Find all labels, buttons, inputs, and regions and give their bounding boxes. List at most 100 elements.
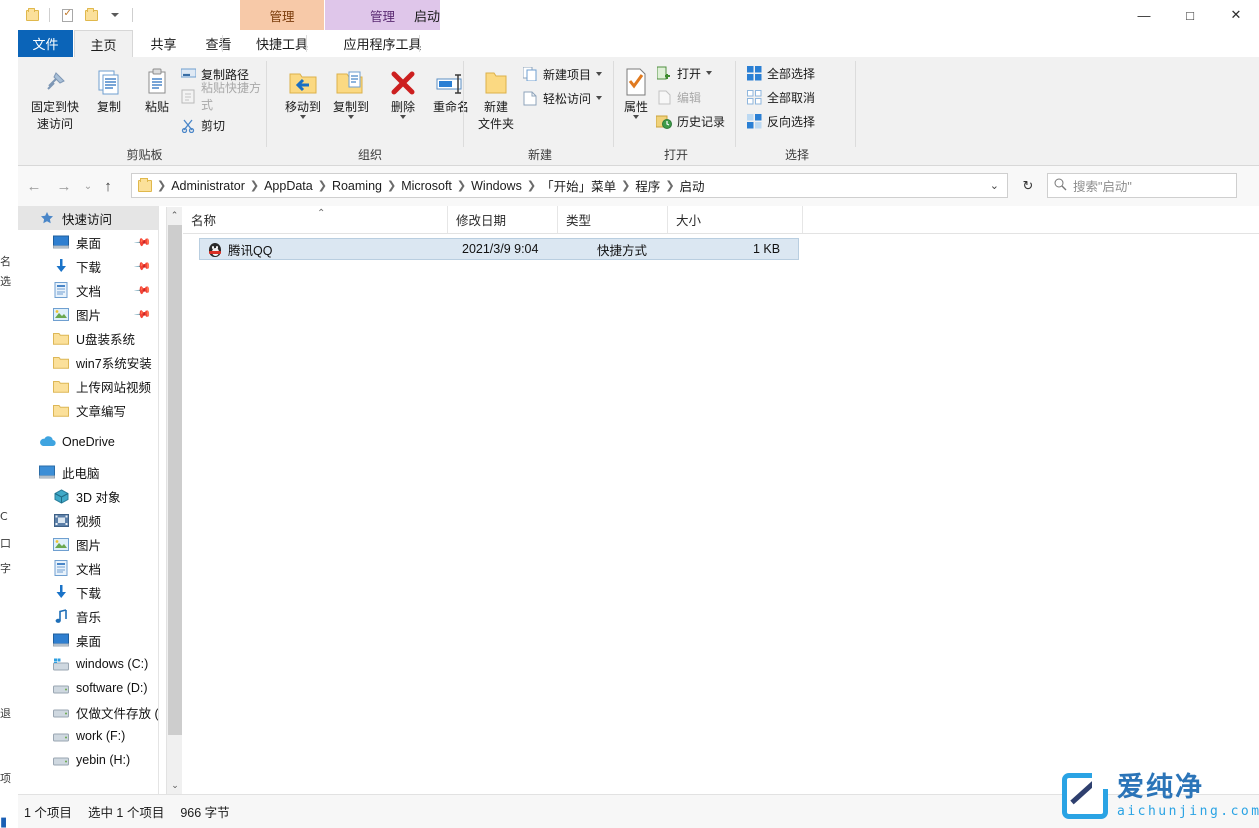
pin-icon[interactable]: 📌 [134, 257, 153, 276]
properties-button[interactable]: 属性 [616, 61, 656, 119]
qat-new-folder-icon[interactable] [81, 5, 101, 25]
breadcrumb-item-start-menu[interactable]: 「开始」菜单 [537, 174, 620, 197]
ribbon: 固定到快 速访问 复制 [18, 57, 1259, 166]
sidebar-item-quick-access[interactable]: 快速访问 [18, 206, 158, 230]
pin-icon[interactable]: 📌 [134, 281, 153, 300]
scrollbar-thumb[interactable] [168, 225, 182, 735]
videos-icon [52, 511, 70, 529]
breadcrumb-item-administrator[interactable]: Administrator [167, 177, 249, 195]
up-button[interactable]: ↑ [96, 174, 120, 198]
easy-access-button[interactable]: 轻松访问 [522, 87, 602, 109]
pane-divider[interactable] [158, 206, 159, 794]
forward-button[interactable]: → [52, 174, 76, 198]
column-label: 修改日期 [456, 210, 506, 229]
file-list-body[interactable]: 腾讯QQ 2021/3/9 9:04 快捷方式 1 KB [183, 234, 1259, 794]
pin-icon[interactable]: 📌 [134, 305, 153, 324]
chevron-down-icon[interactable]: ⌄ [990, 179, 1003, 192]
sidebar-item-upload-video[interactable]: 上传网站视频 [18, 374, 158, 398]
minimize-button[interactable]: — [1121, 0, 1167, 30]
paste-button[interactable]: 粘贴 [132, 61, 182, 114]
sidebar-item-pictures[interactable]: 图片 📌 [18, 302, 158, 326]
column-header-type[interactable]: 类型 [558, 206, 668, 233]
breadcrumb-item-appdata[interactable]: AppData [260, 177, 317, 195]
tab-share[interactable]: 共享 [136, 30, 191, 57]
tab-home[interactable]: 主页 [74, 30, 133, 57]
sidebar-item-drive-d[interactable]: software (D:) [18, 676, 158, 700]
pin-icon [26, 61, 84, 97]
tab-view[interactable]: 查看 [192, 30, 245, 57]
sidebar-item-desktop-pc[interactable]: 桌面 [18, 628, 158, 652]
breadcrumb-item-startup[interactable]: 启动 [676, 174, 709, 197]
new-item-button[interactable]: 新建项目 [522, 63, 602, 85]
sidebar-item-videos[interactable]: 视频 [18, 508, 158, 532]
cut-button[interactable]: 剪切 [180, 114, 225, 136]
sidebar-item-win7-install[interactable]: win7系统安装 [18, 350, 158, 374]
sidebar-item-this-pc[interactable]: 此电脑 [18, 460, 158, 484]
back-button[interactable]: ← [22, 174, 46, 198]
qat-properties-icon[interactable] [57, 5, 77, 25]
refresh-button[interactable]: ↻ [1015, 173, 1041, 198]
sidebar-item-drive-c[interactable]: windows (C:) [18, 652, 158, 676]
column-header-size[interactable]: 大小 [668, 206, 803, 233]
select-all-button[interactable]: 全部选择 [746, 62, 815, 84]
delete-dropdown-icon[interactable] [400, 115, 406, 119]
new-item-dropdown-icon[interactable] [596, 72, 602, 76]
qat-folder-icon[interactable] [22, 5, 42, 25]
sidebar-item-article-writing[interactable]: 文章编写 [18, 398, 158, 422]
open-dropdown-icon[interactable] [706, 71, 712, 75]
navigation-pane[interactable]: 快速访问 桌面 📌 下载 📌 文档 [18, 206, 158, 794]
sidebar-item-usb-install[interactable]: U盘装系统 [18, 326, 158, 350]
breadcrumb-item-microsoft[interactable]: Microsoft [397, 177, 456, 195]
navigation-pane-scrollbar[interactable]: ⌃ ⌄ [166, 207, 182, 794]
scroll-down-arrow-icon[interactable]: ⌄ [167, 777, 183, 794]
file-name: 腾讯QQ [228, 240, 272, 259]
breadcrumb-item-programs[interactable]: 程序 [631, 174, 664, 197]
column-header-name[interactable]: 名称 ⌃ [183, 206, 448, 233]
sidebar-item-pictures-pc[interactable]: 图片 [18, 532, 158, 556]
sidebar-item-drive-f[interactable]: work (F:) [18, 724, 158, 748]
tab-file[interactable]: 文件 [18, 30, 73, 57]
paste-shortcut-icon [180, 88, 196, 104]
move-to-button[interactable]: 移动到 [278, 61, 328, 119]
column-header-date-modified[interactable]: 修改日期 [448, 206, 558, 233]
sidebar-item-onedrive[interactable]: OneDrive [18, 430, 158, 454]
easy-access-label: 轻松访问 [543, 90, 591, 107]
delete-button[interactable]: 删除 [380, 61, 426, 119]
sidebar-item-desktop[interactable]: 桌面 📌 [18, 230, 158, 254]
pin-icon[interactable]: 📌 [134, 233, 153, 252]
sidebar-item-music[interactable]: 音乐 [18, 604, 158, 628]
scroll-up-arrow-icon[interactable]: ⌃ [167, 207, 182, 224]
easy-access-dropdown-icon[interactable] [596, 96, 602, 100]
table-row[interactable]: 腾讯QQ 2021/3/9 9:04 快捷方式 1 KB [199, 238, 799, 260]
tab-application-tools[interactable]: 应用程序工具 [325, 30, 440, 57]
copy-to-dropdown-icon[interactable] [348, 115, 354, 119]
breadcrumb-item-windows[interactable]: Windows [467, 177, 526, 195]
open-button[interactable]: 打开 [656, 62, 712, 84]
sidebar-item-downloads[interactable]: 下载 📌 [18, 254, 158, 278]
sidebar-item-drive-e[interactable]: 仅做文件存放 (E [18, 700, 158, 724]
properties-dropdown-icon[interactable] [633, 115, 639, 119]
folder-icon [52, 329, 70, 347]
edit-button[interactable]: 编辑 [656, 86, 701, 108]
move-to-dropdown-icon[interactable] [300, 115, 306, 119]
maximize-button[interactable]: □ [1167, 0, 1213, 30]
new-folder-button[interactable]: 新建 文件夹 [470, 61, 522, 131]
qat-customize-dropdown-icon[interactable] [105, 5, 125, 25]
sidebar-item-documents-pc[interactable]: 文档 [18, 556, 158, 580]
copy-button[interactable]: 复制 [84, 61, 134, 114]
invert-selection-button[interactable]: 反向选择 [746, 110, 815, 132]
breadcrumb[interactable]: ❯ Administrator ❯ AppData ❯ Roaming ❯ Mi… [131, 173, 1008, 198]
sidebar-item-3d-objects[interactable]: 3D 对象 [18, 484, 158, 508]
sidebar-item-drive-h[interactable]: yebin (H:) [18, 748, 158, 772]
close-button[interactable]: ✕ [1213, 0, 1259, 30]
copy-to-button[interactable]: 复制到 [326, 61, 376, 119]
sidebar-item-downloads-pc[interactable]: 下载 [18, 580, 158, 604]
search-box[interactable]: 搜索"启动" [1047, 173, 1237, 198]
select-none-button[interactable]: 全部取消 [746, 86, 815, 108]
breadcrumb-item-roaming[interactable]: Roaming [328, 177, 386, 195]
tab-shortcut-tools[interactable]: 快捷工具 [240, 30, 324, 57]
history-button[interactable]: 历史记录 [656, 110, 725, 132]
paste-shortcut-button[interactable]: 粘贴快捷方式 [180, 85, 267, 107]
pin-to-quick-access-button[interactable]: 固定到快 速访问 [26, 61, 84, 131]
sidebar-item-documents[interactable]: 文档 📌 [18, 278, 158, 302]
